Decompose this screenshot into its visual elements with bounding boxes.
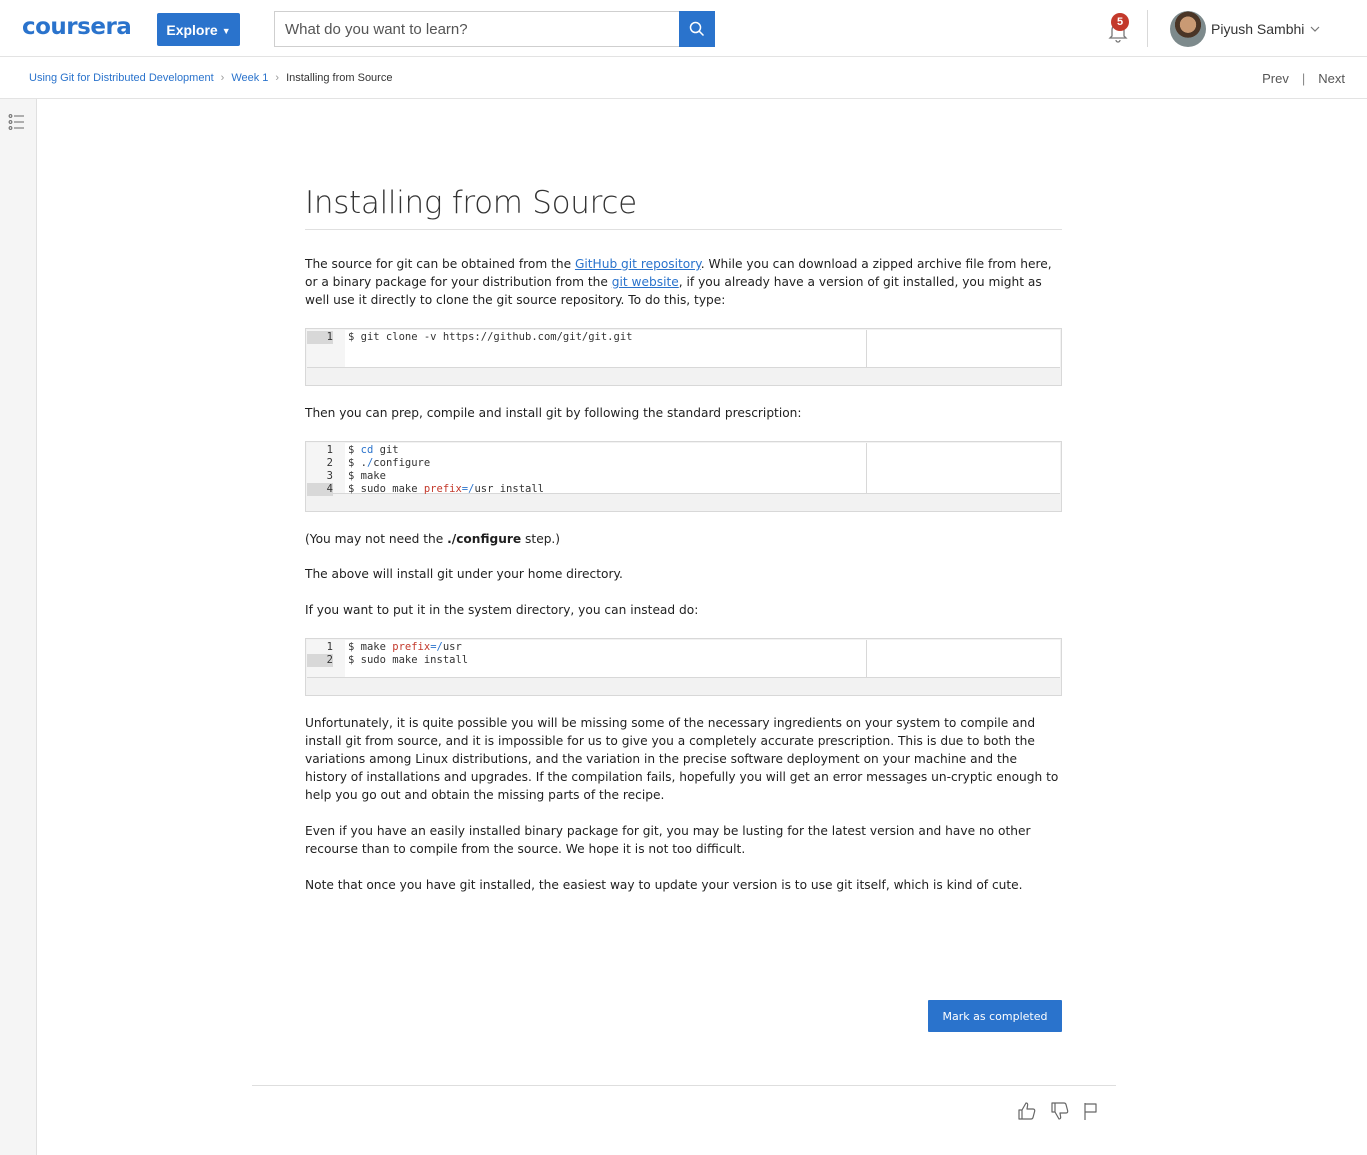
next-link[interactable]: Next: [1318, 71, 1345, 86]
chevron-down-icon: [1310, 26, 1320, 32]
code-text[interactable]: $ make prefix=/usr $ sudo make install: [345, 640, 866, 677]
left-rail: [0, 99, 37, 1155]
header-divider: [1147, 10, 1148, 47]
line-number: 4: [307, 483, 333, 496]
code-output-panel: [867, 640, 1060, 677]
chevron-right-icon: ›: [220, 72, 225, 84]
line-number: 1: [326, 444, 333, 456]
paragraph-update-note: Note that once you have git installed, t…: [305, 878, 1023, 892]
breadcrumb-course[interactable]: Using Git for Distributed Development: [29, 72, 214, 84]
line-number: 2: [307, 654, 333, 667]
search-button[interactable]: [679, 11, 715, 47]
code-line: $ make: [348, 470, 386, 482]
prev-link[interactable]: Prev: [1262, 71, 1289, 86]
code-lines: 1 2 $ make prefix=/usr $ sudo make instal…: [307, 640, 867, 677]
mark-completed-button[interactable]: Mark as completed: [928, 1000, 1062, 1032]
line-number: 2: [326, 457, 333, 469]
git-website-link[interactable]: git website: [612, 275, 679, 289]
line-number: 1: [326, 641, 333, 653]
code-editor: 1 $ git clone -v https://github.com/git/…: [307, 330, 1060, 368]
explore-button[interactable]: Explore ▼: [157, 13, 240, 46]
breadcrumb-current: Installing from Source: [286, 72, 393, 84]
code-block-3: 1 2 $ make prefix=/usr $ sudo make instal…: [305, 638, 1062, 696]
paragraph-binary-package: Even if you have an easily installed bin…: [305, 824, 1031, 856]
avatar[interactable]: [1170, 11, 1206, 47]
footer-divider: [252, 1085, 1116, 1086]
chevron-down-icon: ▼: [221, 25, 231, 36]
configure-bold: ./configure: [447, 532, 522, 546]
code-line: $ ./configure: [348, 457, 431, 469]
line-gutter: 1 2 3 4: [307, 443, 345, 496]
breadcrumb: Using Git for Distributed Development › …: [29, 72, 392, 84]
line-number: 3: [326, 470, 333, 482]
paragraph-missing-ingredients: Unfortunately, it is quite possible you …: [305, 716, 1059, 802]
code-block-2: 1 2 3 4 $ cd git $ ./configure $ make $ sud…: [305, 441, 1062, 512]
github-repo-link[interactable]: GitHub git repository: [575, 257, 701, 271]
coursera-logo[interactable]: coursera: [22, 14, 132, 40]
code-line: $ git clone -v https://github.com/git/gi…: [348, 331, 633, 343]
code-lines: 1 $ git clone -v https://github.com/git/…: [307, 330, 867, 367]
code-lines: 1 2 3 4 $ cd git $ ./configure $ make $ sud…: [307, 443, 867, 496]
text-segment: (You may not need the: [305, 532, 448, 546]
flag-icon[interactable]: [1080, 1100, 1102, 1122]
user-menu[interactable]: Piyush Sambhi: [1211, 21, 1320, 37]
thumbs-down-icon[interactable]: [1049, 1100, 1071, 1122]
search-icon: [689, 21, 705, 37]
paragraph-configure-note: (You may not need the ./configure step.): [305, 530, 1062, 548]
pager-separator: |: [1301, 71, 1306, 86]
code-output-panel: [867, 330, 1060, 367]
paragraph-intro: The source for git can be obtained from …: [305, 255, 1062, 309]
code-line: $ cd git: [348, 444, 399, 456]
outline-list-icon[interactable]: [8, 113, 26, 131]
thumbs-up-icon[interactable]: [1016, 1100, 1038, 1122]
paragraph-prep: Then you can prep, compile and install g…: [305, 406, 802, 420]
code-editor: 1 2 $ make prefix=/usr $ sudo make instal…: [307, 640, 1060, 678]
code-line: $ sudo make install: [348, 654, 469, 666]
code-block-1: 1 $ git clone -v https://github.com/git/…: [305, 328, 1062, 386]
code-text[interactable]: $ git clone -v https://github.com/git/gi…: [345, 330, 866, 367]
top-header: coursera Explore ▼ 5 Piyush Sambhi: [0, 0, 1367, 57]
paragraph-home-dir: The above will install git under your ho…: [305, 567, 623, 581]
user-name: Piyush Sambhi: [1211, 21, 1305, 37]
code-line: $ make prefix=/usr: [348, 641, 462, 653]
code-line: $ sudo make prefix=/usr install: [348, 483, 544, 495]
article: Installing from Source The source for gi…: [305, 185, 1062, 892]
line-gutter: 1: [307, 330, 345, 367]
breadcrumb-bar: Using Git for Distributed Development › …: [0, 58, 1367, 99]
code-editor: 1 2 3 4 $ cd git $ ./configure $ make $ sud…: [307, 443, 1060, 496]
pager: Prev | Next: [1262, 71, 1345, 86]
text-segment: The source for git can be obtained from …: [305, 257, 575, 271]
breadcrumb-week[interactable]: Week 1: [231, 72, 268, 84]
text-segment: step.): [521, 532, 561, 546]
code-text[interactable]: $ cd git $ ./configure $ make $ sudo make p…: [345, 443, 866, 495]
explore-label: Explore: [166, 21, 218, 38]
page-title: Installing from Source: [305, 185, 1062, 230]
line-number: 1: [307, 331, 333, 344]
notification-badge[interactable]: 5: [1111, 13, 1129, 31]
chevron-right-icon: ›: [275, 72, 280, 84]
code-output-panel: [867, 443, 1060, 493]
line-gutter: 1 2: [307, 640, 345, 677]
paragraph-system-dir: If you want to put it in the system dire…: [305, 603, 699, 617]
search-input[interactable]: [274, 11, 679, 47]
